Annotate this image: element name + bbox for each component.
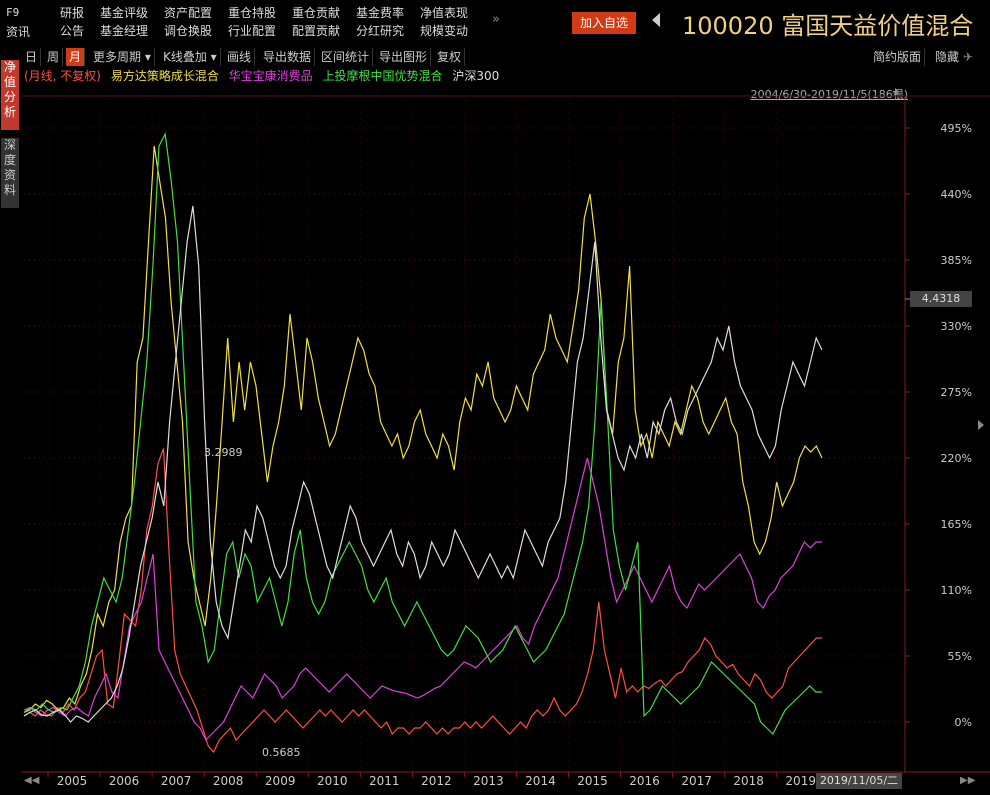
y-tick-label: 220% — [941, 452, 972, 465]
scroll-left-icon[interactable]: ◀◀ — [24, 775, 39, 786]
x-tick-label: 2008 — [213, 774, 244, 788]
x-tick-label: 2007 — [161, 774, 192, 788]
y-axis: 0% 55% 110% 165% 220% 275% 330% 385% 440% 495% — [941, 122, 972, 729]
x-tick-label: 2012 — [421, 774, 452, 788]
y-tick-label: 330% — [941, 320, 972, 333]
x-tick-label: 2005 — [57, 774, 88, 788]
right-arrow-icon — [978, 420, 984, 430]
x-tick-label: 2010 — [317, 774, 348, 788]
y-tick-label: 385% — [941, 254, 972, 267]
series-line-2 — [23, 457, 822, 742]
y-tick-label: 495% — [941, 122, 972, 135]
current-value-box: 4.4318 — [910, 291, 972, 307]
x-tick-label: 2018 — [733, 774, 764, 788]
chart-annotations: 3.2989 0.5685 — [204, 298, 984, 759]
x-tick-label: 2009 — [265, 774, 296, 788]
x-tick-label: 2019 — [785, 774, 816, 788]
x-tick-label: 2006 — [109, 774, 140, 788]
chart-grid — [22, 95, 990, 773]
x-tick-label: 2015 — [577, 774, 608, 788]
series-line-0 — [23, 448, 822, 754]
y-tick-label: 55% — [948, 650, 972, 663]
x-tick-label: 2013 — [473, 774, 504, 788]
y-tick-label: 275% — [941, 386, 972, 399]
x-tick-label: 2014 — [525, 774, 556, 788]
y-tick-label: 440% — [941, 188, 972, 201]
series-line-1 — [23, 145, 823, 713]
x-tick-label: 2011 — [369, 774, 400, 788]
y-tick-label: 110% — [941, 584, 972, 597]
x-axis: 2005 2006 2007 2008 2009 2010 2011 2012 2013 2014… — [47, 772, 816, 788]
line-chart: 0% 55% 110% 165% 220% 275% 330% 385% 440% 495% 20… — [22, 95, 990, 788]
annotation-min: 0.5685 — [262, 746, 301, 759]
scroll-right-icon[interactable]: ▶▶ — [960, 775, 975, 786]
x-tick-label: 2016 — [629, 774, 660, 788]
annotation-max: 3.2989 — [204, 446, 243, 459]
x-tick-label: 2017 — [681, 774, 712, 788]
current-date-box: 2019/11/05/二 — [816, 773, 902, 789]
chart-lines — [23, 132, 823, 754]
y-tick-label: 0% — [955, 716, 972, 729]
y-tick-label: 165% — [941, 518, 972, 531]
